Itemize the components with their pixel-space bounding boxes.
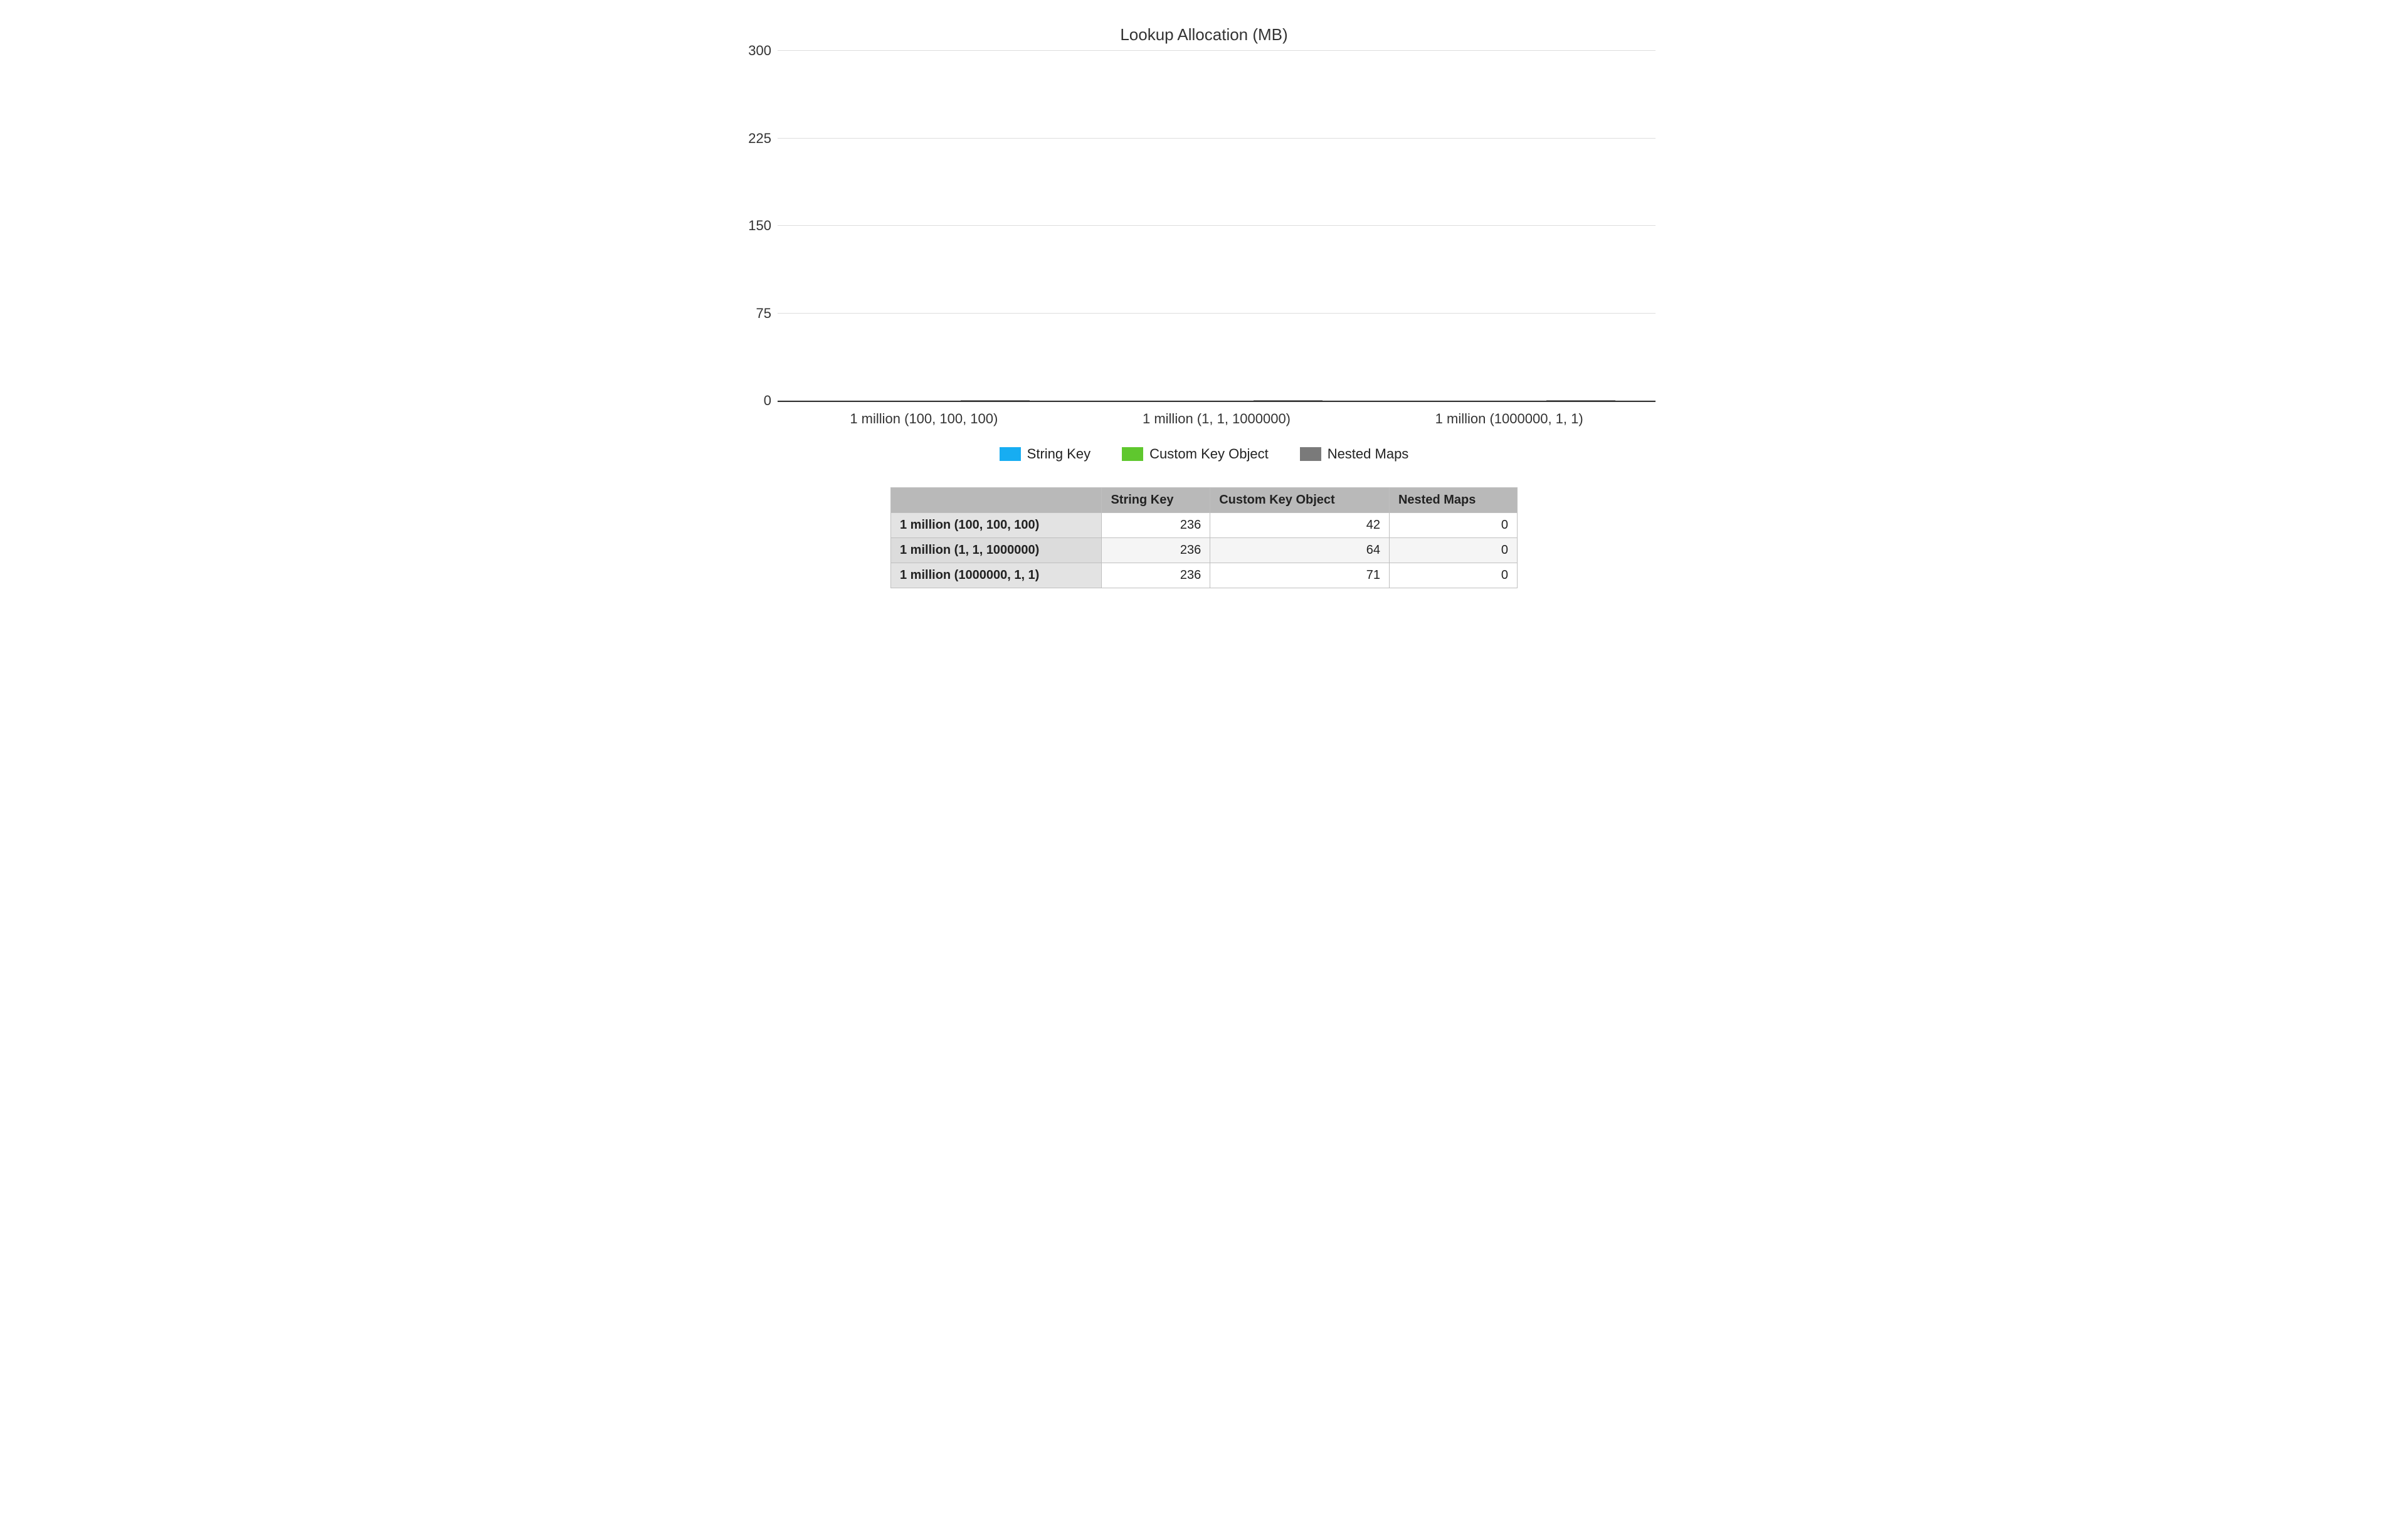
data-table: String Key Custom Key Object Nested Maps… (890, 487, 1518, 588)
chart-container: Lookup Allocation (MB) 075150225300 1 mi… (740, 25, 1668, 588)
row-label: 1 million (1000000, 1, 1) (891, 563, 1102, 588)
table-header: String Key (1102, 488, 1210, 513)
legend-label: Nested Maps (1328, 446, 1409, 462)
chart-title: Lookup Allocation (MB) (740, 25, 1668, 45)
table-cell: 64 (1210, 538, 1390, 563)
table-header: Nested Maps (1389, 488, 1517, 513)
legend-label: String Key (1027, 446, 1091, 462)
y-tick-label: 300 (740, 43, 771, 59)
table-cell: 42 (1210, 513, 1390, 538)
x-tick-label: 1 million (100, 100, 100) (778, 402, 1070, 427)
y-tick-label: 75 (740, 305, 771, 322)
legend-label: Custom Key Object (1149, 446, 1269, 462)
table-cell: 71 (1210, 563, 1390, 588)
table-corner (891, 488, 1102, 513)
swatch-icon (1000, 447, 1021, 461)
table-cell: 0 (1389, 538, 1517, 563)
swatch-icon (1300, 447, 1321, 461)
legend: String Key Custom Key Object Nested Maps (740, 446, 1668, 462)
x-axis-labels: 1 million (100, 100, 100)1 million (1, 1… (778, 402, 1656, 427)
table-cell: 236 (1102, 563, 1210, 588)
table-cell: 0 (1389, 513, 1517, 538)
row-label: 1 million (100, 100, 100) (891, 513, 1102, 538)
table-cell: 236 (1102, 513, 1210, 538)
bar-nested (1546, 400, 1615, 401)
legend-item-string-key: String Key (1000, 446, 1091, 462)
bar-nested (1254, 400, 1323, 401)
table-row: 1 million (100, 100, 100)236420 (891, 513, 1518, 538)
plot-area: 075150225300 (778, 51, 1656, 402)
x-tick-label: 1 million (1000000, 1, 1) (1363, 402, 1656, 427)
y-tick-label: 0 (740, 393, 771, 409)
x-tick-label: 1 million (1, 1, 1000000) (1070, 402, 1363, 427)
table-cell: 236 (1102, 538, 1210, 563)
swatch-icon (1122, 447, 1143, 461)
table-row: 1 million (1000000, 1, 1)236710 (891, 563, 1518, 588)
table-row: 1 million (1, 1, 1000000)236640 (891, 538, 1518, 563)
y-tick-label: 150 (740, 218, 771, 234)
y-tick-label: 225 (740, 130, 771, 147)
row-label: 1 million (1, 1, 1000000) (891, 538, 1102, 563)
bar-group (1363, 400, 1656, 401)
bar-nested (961, 400, 1030, 401)
table-header: Custom Key Object (1210, 488, 1390, 513)
bar-group (1070, 400, 1363, 401)
bar-group (778, 400, 1070, 401)
table-cell: 0 (1389, 563, 1517, 588)
legend-item-nested-maps: Nested Maps (1300, 446, 1409, 462)
legend-item-custom-key: Custom Key Object (1122, 446, 1269, 462)
